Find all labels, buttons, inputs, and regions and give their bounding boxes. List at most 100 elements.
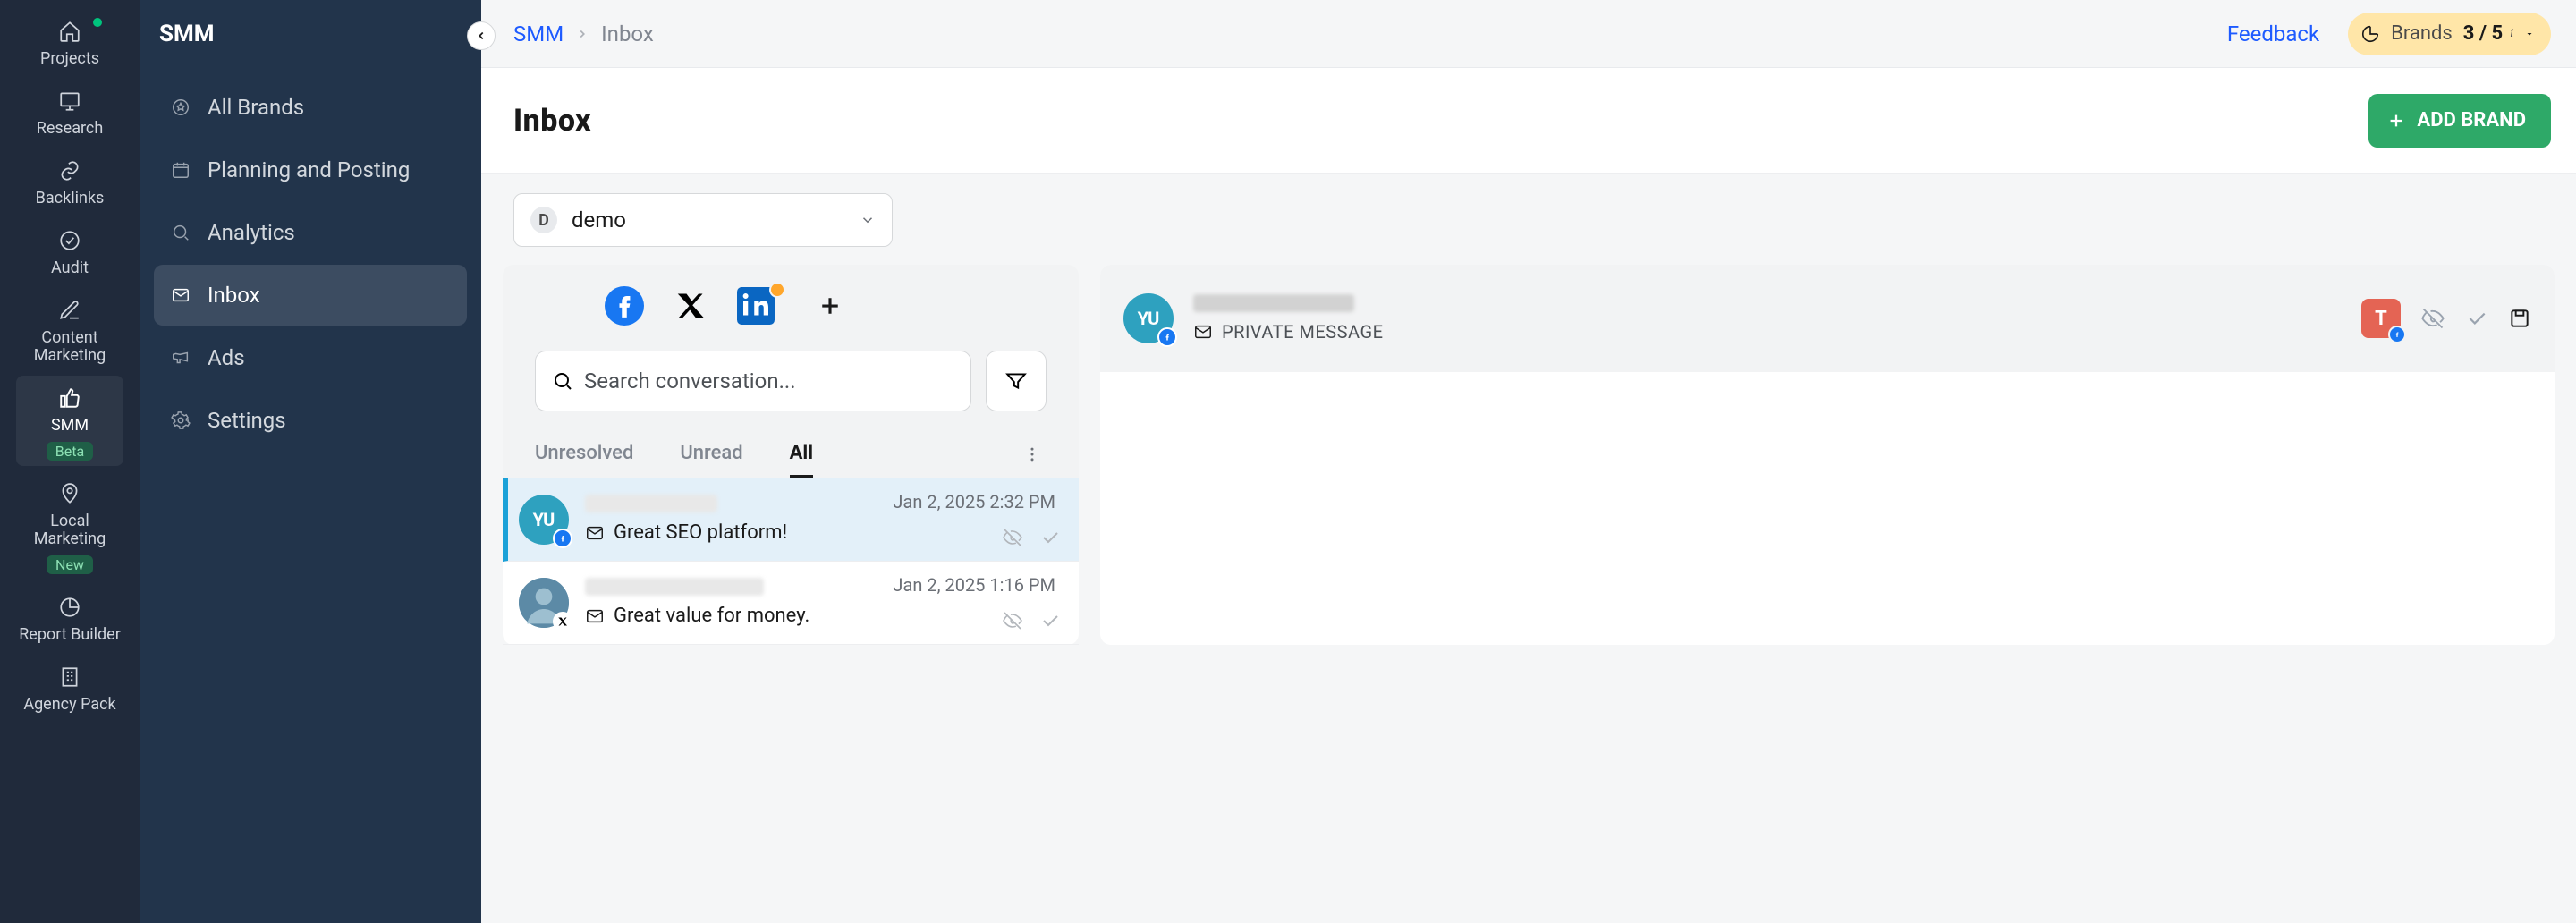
topbar: SMM Inbox Feedback Brands 3 / 5 i <box>481 0 2576 68</box>
rail-label: SMM <box>51 417 89 435</box>
sidebar-item-planning[interactable]: Planning and Posting <box>154 140 467 200</box>
hide-button[interactable] <box>1002 527 1023 548</box>
resolve-button[interactable] <box>1039 527 1061 548</box>
sidebar-item-analytics[interactable]: Analytics <box>154 202 467 263</box>
mail-icon <box>585 523 605 543</box>
avatar: YU <box>1123 293 1174 343</box>
star-circle-icon <box>170 97 191 118</box>
conversation-name-blurred <box>585 495 717 512</box>
search-input-wrapper[interactable] <box>535 351 971 411</box>
rail-label: Research <box>37 120 104 138</box>
rail-item-projects[interactable]: Projects <box>16 9 123 73</box>
brand-select-value: demo <box>572 207 626 233</box>
tab-unread[interactable]: Unread <box>680 431 742 478</box>
rail-label: Projects <box>40 50 99 68</box>
building-icon <box>56 664 83 690</box>
message-type-label: PRIVATE MESSAGE <box>1222 321 1383 343</box>
resolve-detail-button[interactable] <box>2465 307 2488 330</box>
breadcrumb-current: Inbox <box>601 21 654 47</box>
tabs-more-button[interactable] <box>1018 445 1046 463</box>
rail-item-backlinks[interactable]: Backlinks <box>16 148 123 213</box>
sidebar-item-label: Planning and Posting <box>208 157 410 182</box>
conversation-message: Great SEO platform! <box>614 521 787 544</box>
collapse-sidebar-button[interactable] <box>467 21 496 50</box>
check-circle-icon <box>56 227 83 254</box>
rail-item-agency[interactable]: Agency Pack <box>16 655 123 719</box>
facebook-badge-icon <box>2388 326 2406 343</box>
brands-quota-button[interactable]: Brands 3 / 5 i <box>2348 13 2551 55</box>
rail-item-local[interactable]: Local Marketing New <box>16 471 123 580</box>
rail-item-research[interactable]: Research <box>16 79 123 143</box>
gauge-icon <box>2360 24 2380 44</box>
section-sidebar: SMM All Brands Planning and Posting Anal… <box>140 0 481 923</box>
account-linkedin[interactable] <box>737 287 775 325</box>
search-icon <box>552 370 573 392</box>
calendar-icon <box>170 159 191 181</box>
rail-item-audit[interactable]: Audit <box>16 218 123 283</box>
add-brand-button[interactable]: ADD BRAND <box>2368 94 2551 148</box>
breadcrumb-root[interactable]: SMM <box>513 21 564 47</box>
filter-button[interactable] <box>986 351 1046 411</box>
add-account-button[interactable] <box>812 288 848 324</box>
page-title: Inbox <box>513 103 591 139</box>
conversation-item[interactable]: YU Great SEO platform! <box>503 478 1079 562</box>
add-brand-label: ADD BRAND <box>2417 109 2526 131</box>
account-x[interactable] <box>674 290 707 322</box>
main-area: SMM Inbox Feedback Brands 3 / 5 i Inbox <box>481 0 2576 923</box>
home-icon <box>56 18 83 45</box>
sidebar-item-inbox[interactable]: Inbox <box>154 265 467 326</box>
rail-label: Audit <box>51 259 89 277</box>
sidebar-item-label: All Brands <box>208 95 304 120</box>
conversation-date: Jan 2, 2025 1:16 PM <box>893 574 1055 596</box>
left-rail: Projects Research Backlinks Audit Conten… <box>0 0 140 923</box>
more-vertical-icon <box>1023 445 1041 463</box>
edit-icon <box>56 297 83 324</box>
hide-detail-button[interactable] <box>2420 306 2445 331</box>
breadcrumb: SMM Inbox <box>513 21 654 47</box>
rail-label: Backlinks <box>36 190 105 207</box>
mail-icon <box>170 284 191 306</box>
chevron-down-icon <box>860 212 876 228</box>
rail-item-content[interactable]: Content Marketing <box>16 288 123 370</box>
sidebar-item-label: Ads <box>208 345 245 370</box>
info-icon: i <box>2510 27 2513 41</box>
conversation-name-blurred <box>585 578 764 596</box>
tab-all[interactable]: All <box>790 431 813 478</box>
rail-item-smm[interactable]: SMM Beta <box>16 376 123 466</box>
gear-icon <box>170 410 191 431</box>
facebook-badge-icon <box>1157 327 1177 347</box>
sidebar-item-label: Inbox <box>208 283 260 308</box>
feedback-link[interactable]: Feedback <box>2227 21 2319 47</box>
conversation-date: Jan 2, 2025 2:32 PM <box>893 491 1055 512</box>
assignee-chip[interactable]: T <box>2361 299 2401 338</box>
conversation-panel: Unresolved Unread All YU <box>503 265 1079 645</box>
archive-button[interactable] <box>2508 307 2531 330</box>
conversation-item[interactable]: Great value for money. Jan 2, 2025 1:16 … <box>503 562 1079 645</box>
sidebar-item-ads[interactable]: Ads <box>154 327 467 388</box>
detail-header: YU PRIVATE MESSAGE <box>1100 265 2555 372</box>
account-facebook[interactable] <box>605 286 644 326</box>
conversation-detail-panel: YU PRIVATE MESSAGE <box>1100 265 2555 645</box>
status-dot-icon <box>93 18 102 27</box>
sidebar-item-settings[interactable]: Settings <box>154 390 467 451</box>
sidebar-item-all-brands[interactable]: All Brands <box>154 77 467 138</box>
resolve-button[interactable] <box>1039 610 1061 631</box>
rail-item-report[interactable]: Report Builder <box>16 585 123 649</box>
caret-down-icon <box>2524 29 2535 39</box>
beta-badge: Beta <box>47 442 93 461</box>
filter-icon <box>1004 369 1028 393</box>
search-input[interactable] <box>584 368 954 394</box>
rail-label: Report Builder <box>19 626 121 644</box>
brand-select[interactable]: D demo <box>513 193 893 247</box>
mail-icon <box>585 606 605 626</box>
tab-unresolved[interactable]: Unresolved <box>535 431 633 478</box>
conversation-tabs: Unresolved Unread All <box>503 431 1079 478</box>
avatar: YU <box>519 495 569 545</box>
new-badge: New <box>47 555 93 574</box>
x-badge-icon <box>553 612 572 631</box>
hide-button[interactable] <box>1002 610 1023 631</box>
rail-label: Local Marketing <box>16 512 123 548</box>
page-header: Inbox ADD BRAND <box>481 68 2576 174</box>
brands-count: 3 / 5 <box>2463 22 2503 45</box>
context-row: D demo <box>481 174 2576 265</box>
